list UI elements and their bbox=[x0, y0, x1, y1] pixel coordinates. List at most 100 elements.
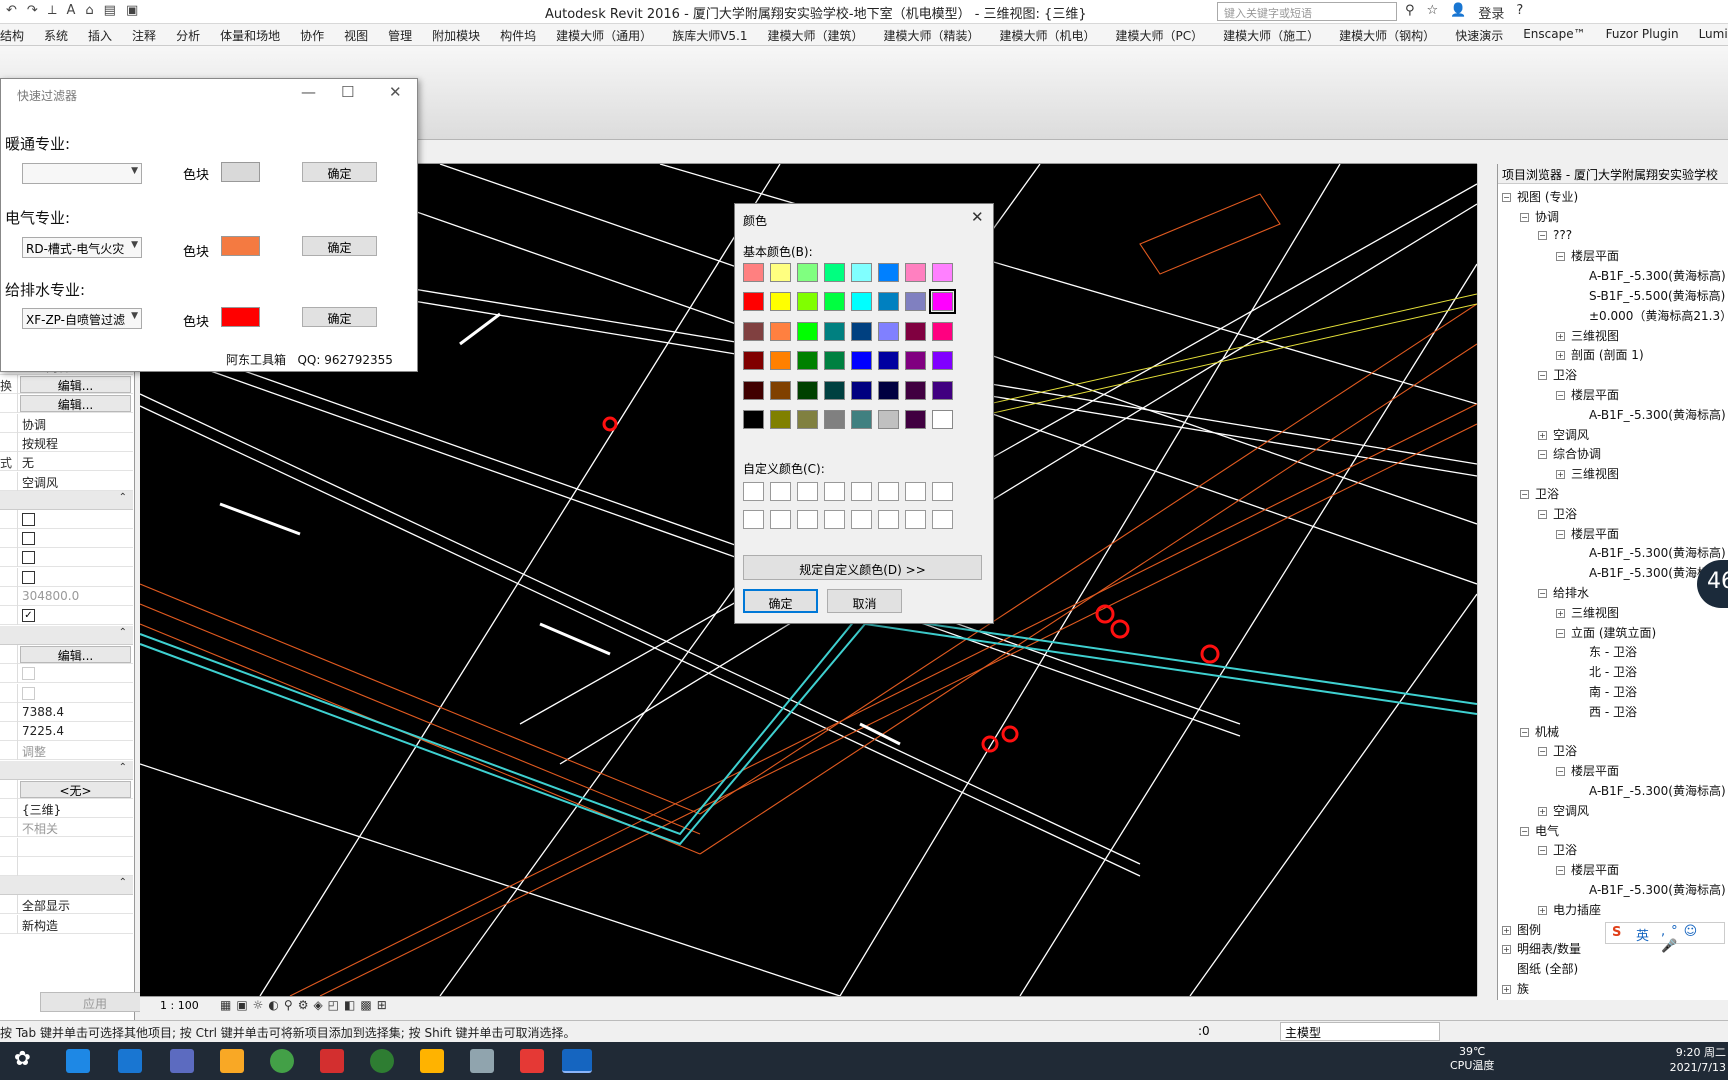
viewport-scrollbar[interactable] bbox=[1477, 164, 1493, 996]
collapse-icon[interactable]: − bbox=[1538, 589, 1547, 598]
collapse-icon[interactable]: − bbox=[1556, 529, 1565, 539]
ribbon-tab[interactable]: Fuzor Plugin bbox=[1606, 24, 1679, 45]
expand-icon[interactable]: + bbox=[1556, 608, 1565, 618]
ribbon-tab[interactable]: 插入 bbox=[88, 24, 112, 45]
browser-node[interactable]: − 楼层平面 bbox=[1556, 525, 1619, 542]
plumb-ok-button[interactable]: 确定 bbox=[302, 307, 377, 327]
hvac-color-swatch[interactable] bbox=[221, 162, 260, 182]
browser-node[interactable]: A-B1F_-5.300(黄海标高) bbox=[1574, 881, 1726, 898]
browser-node[interactable]: S-B1F_-5.500(黄海标高) bbox=[1574, 287, 1725, 304]
color-swatch[interactable] bbox=[743, 263, 764, 282]
ime-toolbar[interactable]: S 英 ,°☺🎤 bbox=[1605, 922, 1725, 954]
hvac-select[interactable]: ▼ bbox=[22, 163, 142, 184]
maximize-icon[interactable]: ☐ bbox=[341, 83, 354, 101]
custom-color-swatch[interactable] bbox=[743, 482, 764, 501]
hvac-ok-button[interactable]: 确定 bbox=[302, 162, 377, 182]
prop-view-name[interactable]: {三维} bbox=[22, 801, 61, 818]
collapse-icon[interactable]: − bbox=[1538, 371, 1547, 381]
collapse-icon[interactable]: − bbox=[1538, 509, 1547, 519]
checkbox[interactable] bbox=[22, 551, 35, 564]
redo-icon[interactable]: ↷ bbox=[27, 3, 38, 18]
browser-node[interactable]: 图纸 (全部) bbox=[1502, 960, 1578, 977]
color-swatch[interactable] bbox=[770, 263, 791, 282]
browser-node[interactable]: 北 - 卫浴 bbox=[1574, 663, 1637, 680]
none-button[interactable]: <无> bbox=[20, 781, 131, 798]
plumb-select[interactable]: XF-ZP-自喷管过滤 ▼ bbox=[22, 308, 142, 329]
browser-node[interactable]: − 综合协调 bbox=[1538, 445, 1601, 462]
ribbon-tab[interactable]: 建模大师（钢构） bbox=[1339, 24, 1435, 45]
minimize-icon[interactable]: — bbox=[301, 83, 316, 101]
ribbon-tab[interactable]: 管理 bbox=[388, 24, 412, 45]
color-swatch[interactable] bbox=[797, 351, 818, 371]
color-swatch[interactable] bbox=[878, 351, 899, 371]
color-swatch[interactable] bbox=[905, 351, 926, 371]
custom-color-swatch[interactable] bbox=[797, 510, 818, 529]
ribbon-tab[interactable]: Lumion bbox=[1699, 24, 1728, 45]
browser-node[interactable]: A-B1F_-5.300(黄海标高) bbox=[1574, 782, 1726, 799]
sketch-icon[interactable] bbox=[420, 1049, 444, 1073]
measure-icon[interactable]: ⟂ bbox=[48, 3, 57, 18]
ribbon-tab[interactable]: 建模大师（建筑） bbox=[767, 24, 863, 45]
main-model-select[interactable]: 主模型 bbox=[1280, 1022, 1440, 1041]
browser-node[interactable]: − 楼层平面 bbox=[1556, 247, 1619, 264]
browser-node[interactable]: + 剖面 (剖面 1) bbox=[1556, 346, 1644, 363]
color-swatch[interactable] bbox=[905, 292, 926, 312]
custom-color-swatch[interactable] bbox=[851, 510, 872, 529]
elec-select[interactable]: RD-槽式-电气火灾 ▼ bbox=[22, 237, 142, 258]
browser-node[interactable]: − 楼层平面 bbox=[1556, 762, 1619, 779]
collapse-icon[interactable]: − bbox=[1556, 767, 1565, 777]
browser-node[interactable]: + 空调风 bbox=[1538, 426, 1589, 443]
define-custom-colors-button[interactable]: 规定自定义颜色(D) >> bbox=[743, 555, 982, 580]
collapse-icon[interactable]: − bbox=[1520, 212, 1529, 222]
edit-button[interactable]: 编辑... bbox=[20, 395, 131, 412]
browser-node[interactable]: − 楼层平面 bbox=[1556, 861, 1619, 878]
revit-icon[interactable] bbox=[562, 1049, 592, 1073]
color-swatch[interactable] bbox=[770, 410, 791, 429]
elec-color-swatch[interactable] bbox=[221, 236, 260, 256]
prop-adjust[interactable]: 调整 bbox=[22, 743, 46, 760]
plumb-color-swatch[interactable] bbox=[221, 307, 260, 327]
calculator-icon[interactable] bbox=[170, 1049, 194, 1073]
edge-icon[interactable] bbox=[118, 1049, 142, 1073]
expand-icon[interactable]: + bbox=[1538, 430, 1547, 440]
custom-color-swatch[interactable] bbox=[905, 482, 926, 501]
prop-value[interactable]: 7225.4 bbox=[22, 724, 64, 738]
color-swatch[interactable] bbox=[851, 410, 872, 429]
ie-icon[interactable] bbox=[66, 1049, 90, 1073]
browser-node[interactable]: − 楼层平面 bbox=[1556, 386, 1619, 403]
collapse-icon[interactable]: − bbox=[1520, 727, 1529, 737]
view-control-icons[interactable]: ▦▣☼◐⚲⚙◈◰◧▩⊞ bbox=[220, 998, 392, 1012]
custom-color-swatch[interactable] bbox=[932, 510, 953, 529]
ribbon-tab[interactable]: 注释 bbox=[132, 24, 156, 45]
color-swatch[interactable] bbox=[932, 321, 953, 341]
prop-show-hidden[interactable]: 按规程 bbox=[22, 435, 58, 452]
edit-button[interactable]: 编辑... bbox=[20, 646, 131, 663]
autocad-icon[interactable] bbox=[320, 1049, 344, 1073]
view-scale[interactable]: 1 : 100 bbox=[160, 999, 199, 1012]
color-swatch[interactable] bbox=[851, 321, 872, 341]
expand-icon[interactable]: + bbox=[1502, 925, 1511, 935]
help-search-input[interactable]: 键入关键字或短语 bbox=[1217, 2, 1397, 21]
prop-group-header[interactable]: ⌃ bbox=[0, 491, 133, 510]
ribbon-tab[interactable]: 建模大师（精装） bbox=[884, 24, 980, 45]
login-button[interactable]: 登录 bbox=[1478, 3, 1504, 22]
ribbon-tab[interactable]: 族库大师V5.1 bbox=[672, 24, 747, 45]
color-swatch[interactable] bbox=[905, 380, 926, 400]
color-swatch[interactable] bbox=[905, 410, 926, 429]
custom-color-swatch[interactable] bbox=[824, 482, 845, 501]
color-swatch[interactable] bbox=[929, 289, 956, 315]
color-swatch[interactable] bbox=[824, 410, 845, 429]
browser-node[interactable]: − 卫浴 bbox=[1520, 485, 1559, 502]
color-swatch[interactable] bbox=[878, 263, 899, 282]
color-swatch[interactable] bbox=[932, 410, 953, 429]
color-swatch[interactable] bbox=[851, 263, 872, 282]
browser-node[interactable]: −??? bbox=[1538, 228, 1572, 242]
ime-language[interactable]: 英 bbox=[1636, 925, 1649, 944]
color-swatch[interactable] bbox=[878, 292, 899, 312]
color-swatch[interactable] bbox=[824, 321, 845, 341]
prop-far-clip[interactable]: 304800.0 bbox=[22, 589, 79, 603]
browser-node[interactable]: − 电气 bbox=[1520, 822, 1559, 839]
color-swatch[interactable] bbox=[770, 321, 791, 341]
color-swatch[interactable] bbox=[824, 292, 845, 312]
browser-node[interactable]: − 协调 bbox=[1520, 208, 1559, 225]
